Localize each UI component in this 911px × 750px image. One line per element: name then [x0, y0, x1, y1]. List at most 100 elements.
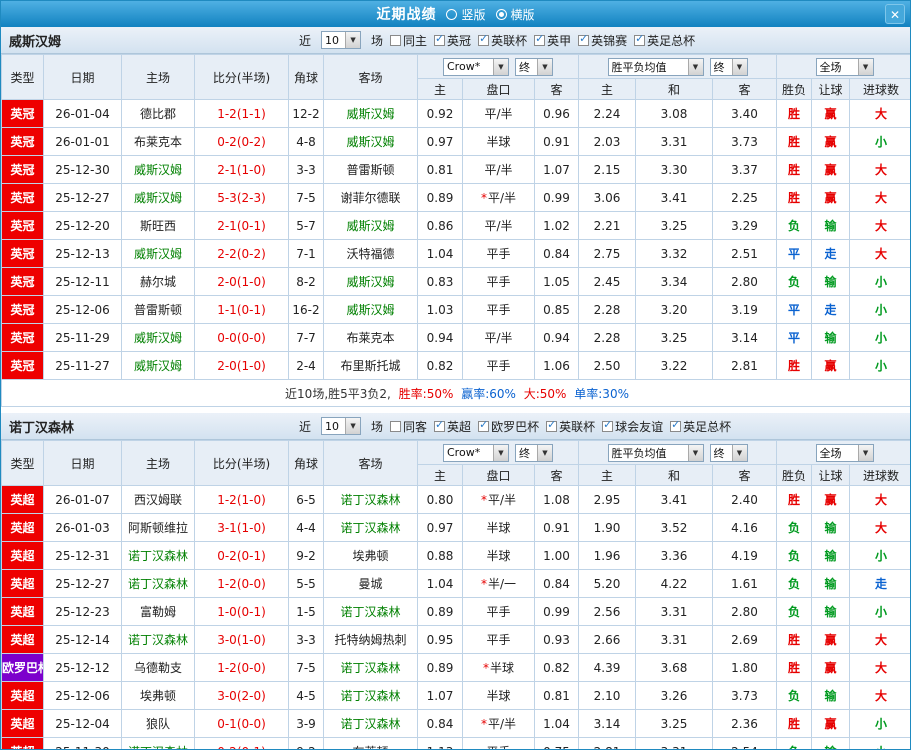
- layout-radio-vertical[interactable]: 竖版: [446, 6, 486, 23]
- match-row: 英冠 26-01-04 德比郡 1-2(1-1) 12-2 威斯汉姆 0.92 平/半 0.96…: [1, 99, 910, 128]
- scope-select[interactable]: 全场 ▼: [815, 57, 874, 76]
- chevron-down-icon: ▼: [537, 58, 552, 75]
- checkbox-icon: [390, 420, 402, 432]
- handicap-line: *半/一: [462, 569, 535, 598]
- league-badge: 英超: [1, 737, 44, 749]
- asia-stage-select[interactable]: 终 ▼: [515, 443, 553, 462]
- star-mark: *: [480, 191, 487, 205]
- bookmaker-select[interactable]: Crow* ▼: [443, 443, 509, 462]
- summary-segment: 赢率:60%: [461, 386, 520, 401]
- match-count-select[interactable]: 10 ▼: [321, 31, 362, 49]
- result-wdl: 负: [776, 211, 812, 240]
- filter-checkbox-4[interactable]: 英锦赛: [578, 32, 627, 49]
- match-date: 25-12-20: [43, 211, 122, 240]
- home-team: 诺丁汉森林: [121, 737, 195, 749]
- match-row: 英冠 25-12-06 普雷斯顿 1-1(0-1) 16-2 威斯汉姆 1.03 平手 0.85…: [1, 295, 910, 324]
- match-row: 英超 25-12-04 狼队 0-1(0-0) 3-9 诺丁汉森林 0.84 *平/半 1.04…: [1, 709, 910, 738]
- asia-stage-select[interactable]: 终 ▼: [515, 57, 553, 76]
- asia-home-odds: 0.94: [417, 323, 463, 352]
- filter-checkbox-1[interactable]: 英冠: [434, 32, 471, 49]
- filter-checkbox-3[interactable]: 英联杯: [546, 418, 595, 435]
- corner-score: 9-2: [288, 541, 324, 570]
- sections-container: 威斯汉姆近10▼场同主英冠英联杯英甲英锦赛英足总杯类型日期主场比分(半场)角球客…: [1, 27, 910, 749]
- match-date: 25-12-06: [43, 681, 122, 710]
- avg-odds-select[interactable]: 胜平负均值 ▼: [607, 57, 704, 76]
- filter-checkbox-3[interactable]: 英甲: [534, 32, 571, 49]
- select-value: 终: [713, 446, 725, 460]
- avg-odds-select[interactable]: 胜平负均值 ▼: [607, 443, 704, 462]
- team-section: 威斯汉姆近10▼场同主英冠英联杯英甲英锦赛英足总杯类型日期主场比分(半场)角球客…: [1, 27, 910, 407]
- match-date: 26-01-07: [43, 485, 122, 514]
- filter-checkbox-1[interactable]: 英超: [434, 418, 471, 435]
- col-type: 类型: [1, 54, 44, 100]
- corner-score: 5-7: [288, 211, 324, 240]
- result-wdl: 平: [776, 323, 812, 352]
- handicap-line: 平/半: [462, 99, 535, 128]
- away-team: 曼城: [323, 569, 418, 598]
- layout-radio-horizontal[interactable]: 横版: [495, 6, 535, 23]
- results-table: 类型 日期 主场 比分(半场) 角球 客场 Crow* ▼ 终 ▼ 胜平负均值 ▼ 终 ▼ 全场 ▼ 主盘口客主…: [1, 440, 910, 749]
- col-home: 主场: [121, 54, 195, 100]
- result-handicap: 输: [811, 323, 850, 352]
- asia-away-odds: 0.99: [534, 183, 579, 212]
- result-wdl: 负: [776, 267, 812, 296]
- filter-checkbox-5[interactable]: 英足总杯: [670, 418, 731, 435]
- result-wdl: 负: [776, 513, 812, 542]
- euro-home-odds: 1.96: [578, 541, 636, 570]
- checkbox-icon: [634, 32, 646, 46]
- euro-away-odds: 3.19: [712, 295, 777, 324]
- filter-checkbox-5[interactable]: 英足总杯: [634, 32, 695, 49]
- close-button[interactable]: ✕: [885, 4, 905, 24]
- corner-score: 9-2: [288, 737, 324, 749]
- corner-score: 4-4: [288, 513, 324, 542]
- result-wdl: 胜: [776, 127, 812, 156]
- home-team: 斯旺西: [121, 211, 195, 240]
- match-row: 英冠 25-12-13 威斯汉姆 2-2(0-2) 7-1 沃特福德 1.04 平手 0.84 2…: [1, 239, 910, 268]
- league-badge: 英冠: [1, 351, 44, 380]
- match-row: 英超 26-01-07 西汉姆联 1-2(1-0) 6-5 诺丁汉森林 0.80 *平/半 1.…: [1, 485, 910, 514]
- result-handicap: 赢: [811, 155, 850, 184]
- result-goals: 大: [848, 513, 910, 542]
- euro-away-odds: 2.80: [712, 597, 777, 626]
- bookmaker-select[interactable]: Crow* ▼: [443, 57, 509, 76]
- euro-stage-select[interactable]: 终 ▼: [709, 443, 748, 462]
- match-row: 英超 25-12-23 富勒姆 1-0(0-1) 1-5 诺丁汉森林 0.89 平手 0.99 2…: [1, 597, 910, 626]
- result-handicap: 走: [811, 295, 850, 324]
- home-team: 布莱克本: [121, 127, 195, 156]
- result-goals: 大: [848, 653, 910, 682]
- match-count-select[interactable]: 10 ▼: [321, 417, 362, 435]
- euro-draw-odds: 3.34: [635, 267, 713, 296]
- euro-draw-odds: 3.31: [635, 625, 713, 654]
- match-date: 26-01-01: [43, 127, 122, 156]
- euro-draw-odds: 3.41: [635, 183, 713, 212]
- away-team: 谢菲尔德联: [323, 183, 418, 212]
- euro-odds-controls: 胜平负均值 ▼ 终 ▼: [578, 54, 777, 79]
- results-table: 类型 日期 主场 比分(半场) 角球 客场 Crow* ▼ 终 ▼ 胜平负均值 ▼ 终 ▼ 全场 ▼ 主盘口客主…: [1, 54, 910, 407]
- checkbox-label: 英超: [447, 419, 472, 434]
- chevron-down-icon: ▼: [345, 418, 361, 434]
- match-date: 25-12-27: [43, 183, 122, 212]
- home-team: 富勒姆: [121, 597, 195, 626]
- checkbox-icon: [546, 418, 558, 432]
- result-handicap: 输: [811, 211, 850, 240]
- popup-titlebar: 近期战绩 竖版 横版 ✕: [1, 1, 910, 27]
- euro-stage-select[interactable]: 终 ▼: [709, 57, 748, 76]
- match-row: 英冠 25-11-29 威斯汉姆 0-0(0-0) 7-7 布莱克本 0.94 平/半 0.94…: [1, 323, 910, 352]
- filter-checkbox-0[interactable]: 同主: [390, 32, 427, 49]
- euro-draw-odds: 3.20: [635, 295, 713, 324]
- filter-checkbox-0[interactable]: 同客: [390, 418, 427, 435]
- handicap-line: 半球: [462, 513, 535, 542]
- match-score: 3-0(1-0): [194, 625, 289, 654]
- scope-select[interactable]: 全场 ▼: [815, 443, 874, 462]
- filter-checkbox-4[interactable]: 球会友谊: [602, 418, 663, 435]
- euro-home-odds: 3.14: [578, 709, 636, 738]
- league-badge: 欧罗巴杯: [1, 653, 44, 682]
- handicap-line: 平手: [462, 625, 535, 654]
- match-date: 26-01-04: [43, 99, 122, 128]
- euro-draw-odds: 3.26: [635, 681, 713, 710]
- filter-checkbox-2[interactable]: 英联杯: [478, 32, 527, 49]
- filter-checkbox-2[interactable]: 欧罗巴杯: [478, 418, 539, 435]
- asia-away-odds: 0.93: [534, 625, 579, 654]
- result-goals: 走: [848, 569, 910, 598]
- checkbox-icon: [670, 418, 682, 432]
